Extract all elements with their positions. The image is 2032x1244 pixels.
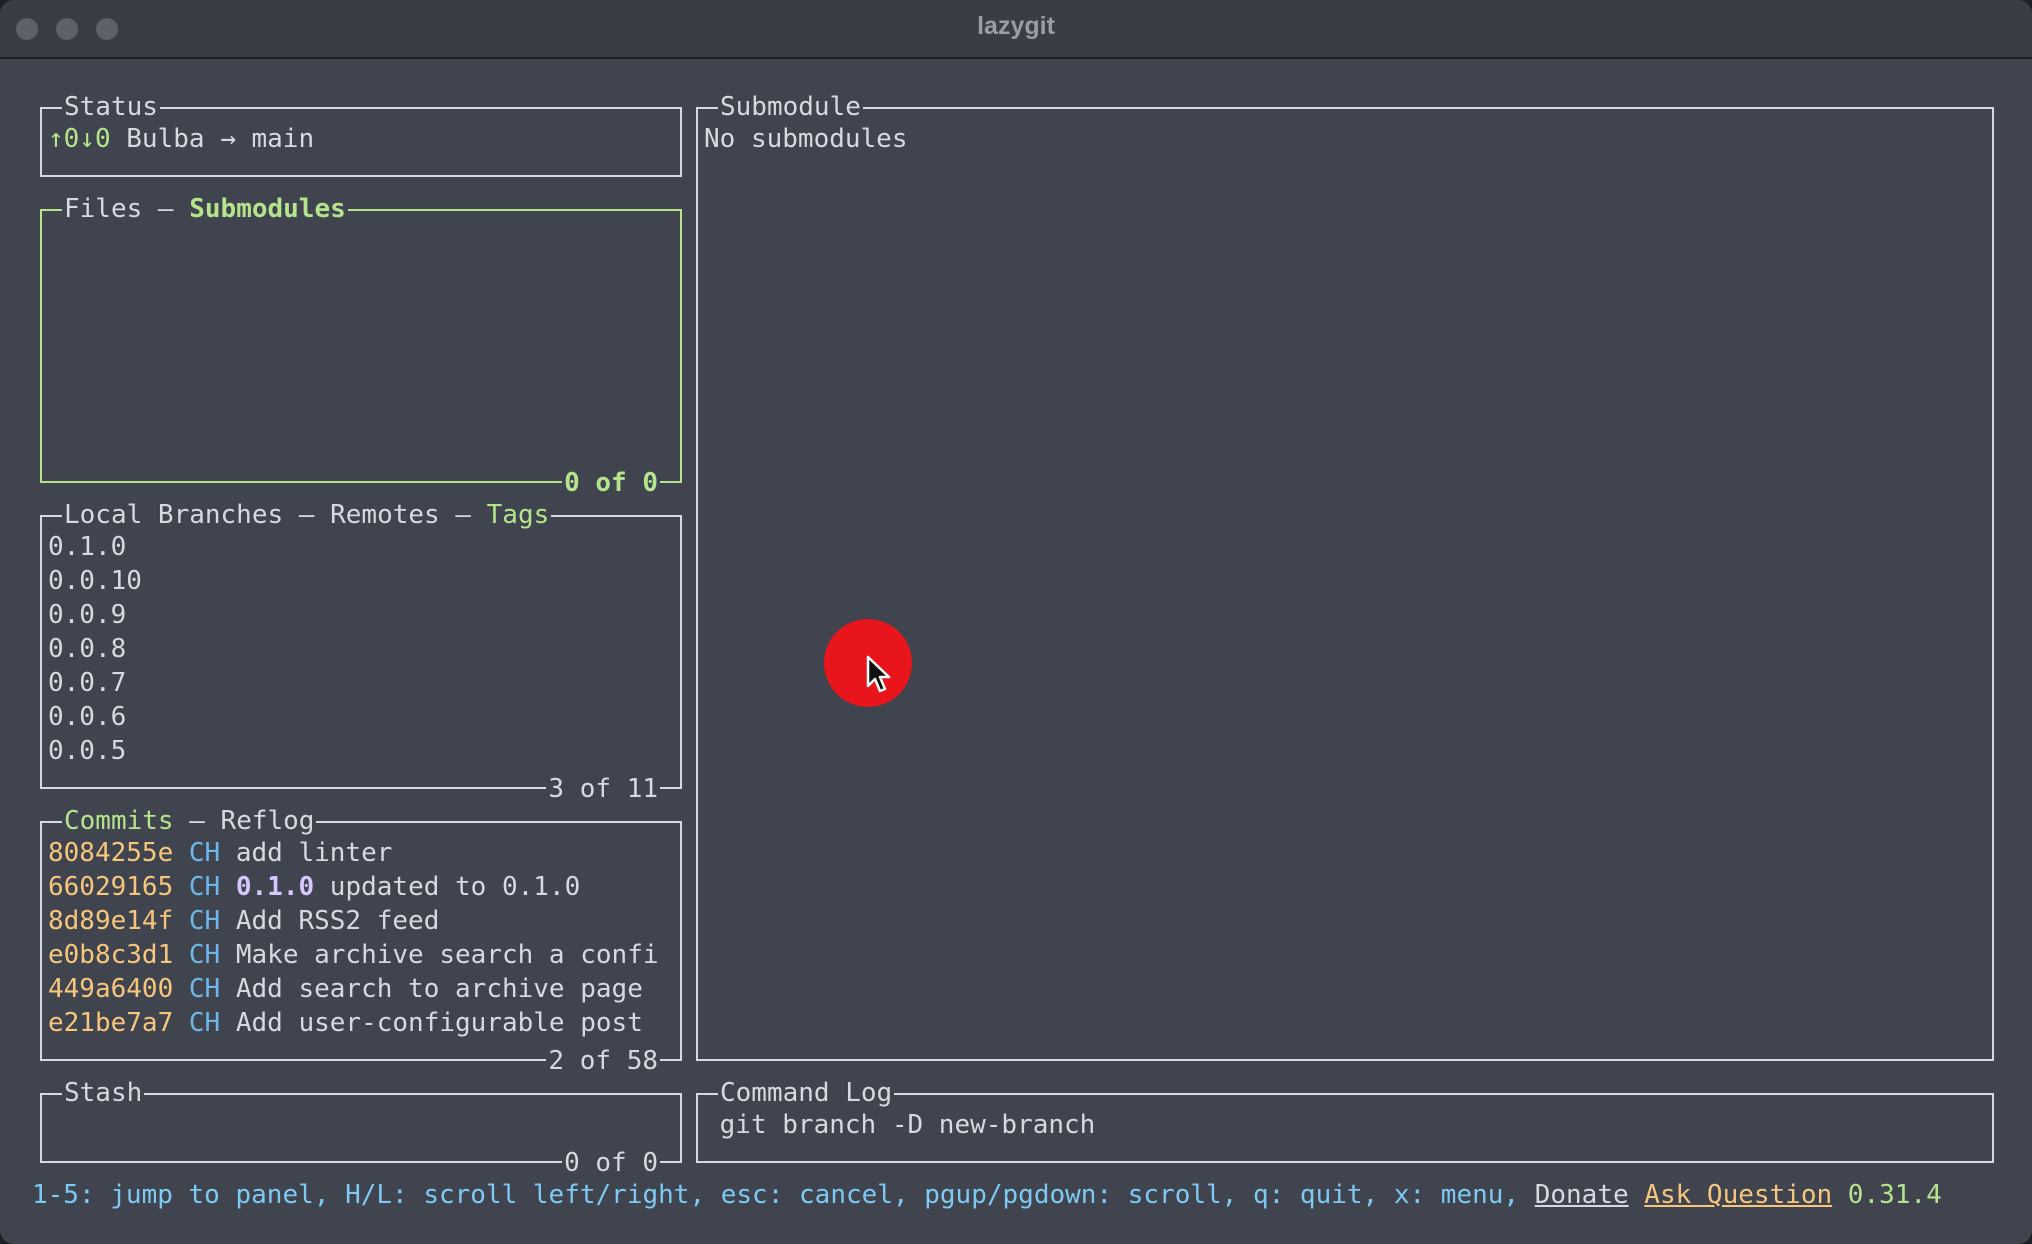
- tag-item[interactable]: 0.0.6: [48, 700, 674, 734]
- files-panel-title: Files – Submodules: [62, 193, 348, 225]
- ahead-behind-indicator: ↑0↓0: [48, 124, 111, 154]
- commits-panel-counter: 2 of 58: [546, 1045, 660, 1077]
- commit-tag: 0.1.0: [235, 872, 315, 902]
- tag-item[interactable]: 0.0.9: [48, 598, 674, 632]
- files-panel-counter: 0 of 0: [562, 467, 660, 499]
- commit-author: CH: [188, 1008, 221, 1038]
- files-panel[interactable]: Files – Submodules 0 of 0: [40, 193, 682, 499]
- commit-row[interactable]: e21be7a7 CH Add user-configurable post: [48, 1006, 674, 1040]
- commit-row[interactable]: 8084255e CH add linter: [48, 836, 674, 870]
- ask-question-link[interactable]: Ask Question: [1644, 1180, 1832, 1210]
- window-title: lazygit: [977, 12, 1055, 40]
- commit-row[interactable]: 66029165 CH 0.1.0 updated to 0.1.0: [48, 870, 674, 904]
- tab-tags[interactable]: Tags: [487, 500, 550, 530]
- commits-panel-title: Commits – Reflog: [62, 805, 317, 837]
- tab-files[interactable]: Files –: [64, 194, 189, 224]
- version-label: 0.31.4: [1847, 1180, 1942, 1210]
- commit-message: Add search to archive page: [235, 974, 643, 1004]
- commit-author: CH: [188, 940, 221, 970]
- status-panel[interactable]: Status ↑0↓0 Bulba → main: [40, 91, 682, 177]
- command-log-panel[interactable]: Command Log git branch -D new-branch: [696, 1077, 1994, 1163]
- commits-panel[interactable]: Commits – Reflog 8084255e CH add linter …: [40, 805, 682, 1077]
- commit-hash: 8d89e14f: [48, 906, 174, 936]
- submodule-main-panel[interactable]: Submodule No submodules: [696, 91, 1994, 1061]
- app-window: lazygit Status ↑0↓0 Bulba → main Files –…: [0, 0, 2032, 1244]
- commit-author: CH: [188, 974, 221, 1004]
- tag-item[interactable]: 0.0.10: [48, 564, 674, 598]
- tag-item[interactable]: 0.1.0: [48, 530, 674, 564]
- commit-hash: 66029165: [48, 872, 174, 902]
- commit-message: Add user-configurable post: [235, 1008, 643, 1038]
- commit-message: Add RSS2 feed: [235, 906, 440, 936]
- stash-panel-counter: 0 of 0: [562, 1147, 660, 1179]
- branches-panel-title: Local Branches – Remotes – Tags: [62, 499, 552, 531]
- tab-local-branches-remotes[interactable]: Local Branches – Remotes –: [64, 500, 487, 530]
- command-log-title: Command Log: [718, 1077, 895, 1109]
- commit-hash: 8084255e: [48, 838, 174, 868]
- tab-reflog[interactable]: – Reflog: [174, 806, 314, 836]
- branches-panel-counter: 3 of 11: [546, 773, 660, 805]
- commit-row[interactable]: 8d89e14f CH Add RSS2 feed: [48, 904, 674, 938]
- command-log-entry: git branch -D new-branch: [704, 1110, 1096, 1140]
- branches-panel[interactable]: Local Branches – Remotes – Tags 0.1.0 0.…: [40, 499, 682, 805]
- commit-hash: e21be7a7: [48, 1008, 174, 1038]
- tab-commits[interactable]: Commits: [64, 806, 174, 836]
- tab-submodules[interactable]: Submodules: [189, 194, 346, 224]
- keybinding-bar: 1-5: jump to panel, H/L: scroll left/rig…: [32, 1178, 2012, 1212]
- status-line: ↑0↓0 Bulba → main: [48, 122, 674, 156]
- commit-message: Make archive search a confi: [235, 940, 659, 970]
- keybinding-hints: 1-5: jump to panel, H/L: scroll left/rig…: [32, 1180, 1535, 1210]
- commit-author: CH: [188, 872, 221, 902]
- commit-message: add linter: [235, 838, 393, 868]
- mouse-pointer-icon: [866, 655, 891, 693]
- no-submodules-message: No submodules: [704, 124, 908, 154]
- submodule-panel-title: Submodule: [718, 91, 863, 123]
- commit-author: CH: [188, 906, 221, 936]
- tag-item[interactable]: 0.0.8: [48, 632, 674, 666]
- commit-hash: 449a6400: [48, 974, 174, 1004]
- tag-item[interactable]: 0.0.7: [48, 666, 674, 700]
- tag-item[interactable]: 0.0.5: [48, 734, 674, 768]
- commit-hash: e0b8c3d1: [48, 940, 174, 970]
- stash-panel[interactable]: Stash 0 of 0: [40, 1077, 682, 1179]
- commit-message: updated to 0.1.0: [329, 872, 581, 902]
- commit-row[interactable]: e0b8c3d1 CH Make archive search a confi: [48, 938, 674, 972]
- status-panel-title: Status: [62, 91, 160, 123]
- commit-author: CH: [188, 838, 221, 868]
- title-bar: lazygit: [0, 0, 2032, 59]
- stash-panel-title: Stash: [62, 1077, 145, 1109]
- donate-link[interactable]: Donate: [1535, 1180, 1629, 1210]
- repo-branch-label: Bulba → main: [110, 124, 315, 154]
- commit-row[interactable]: 449a6400 CH Add search to archive page: [48, 972, 674, 1006]
